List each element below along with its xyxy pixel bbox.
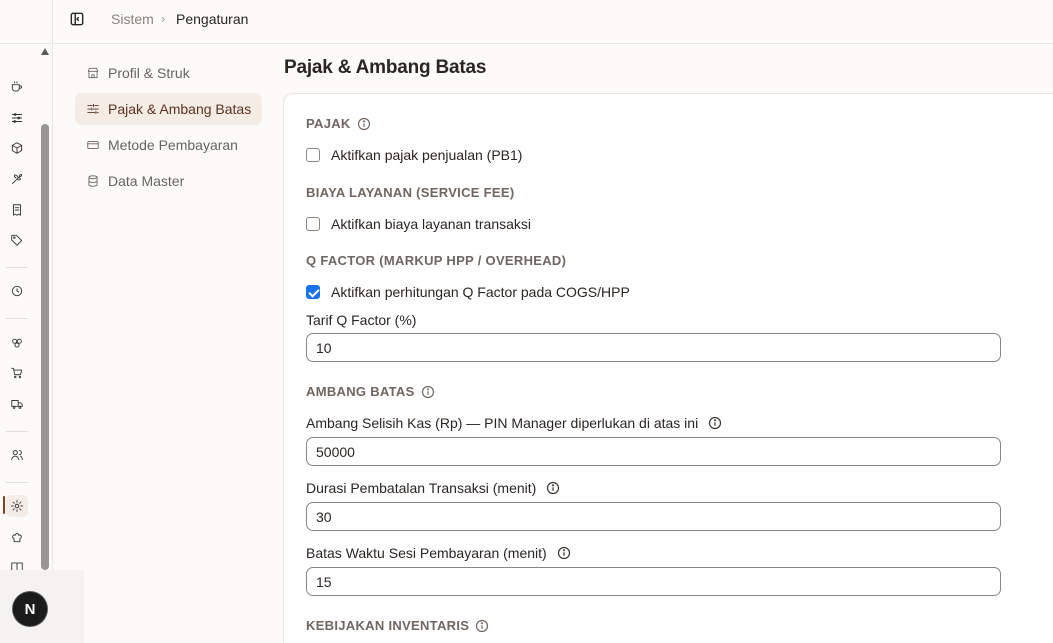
service-fee-checkbox[interactable] — [306, 217, 320, 231]
wheat-icon[interactable] — [6, 168, 28, 190]
subnav-label: Pajak & Ambang Batas — [108, 101, 252, 117]
scroll-thumb[interactable] — [41, 124, 49, 570]
breadcrumb-current: Pengaturan — [176, 11, 249, 27]
subnav-item-data-master[interactable]: Data Master — [75, 165, 262, 197]
info-icon[interactable] — [475, 619, 489, 633]
cancel-duration-input[interactable] — [306, 502, 1001, 531]
rail-divider — [6, 267, 28, 268]
field-label-text: Batas Waktu Sesi Pembayaran (menit) — [306, 545, 547, 561]
tag-icon[interactable] — [6, 229, 28, 251]
section-heading-text: BIAYA LAYANAN (SERVICE FEE) — [306, 185, 515, 200]
sliders-icon[interactable] — [6, 107, 28, 129]
q-factor-checkbox[interactable] — [306, 285, 320, 299]
cash-diff-input[interactable] — [306, 437, 1001, 466]
section-heading-service-fee: BIAYA LAYANAN (SERVICE FEE) — [306, 185, 514, 200]
section-heading-q-factor: Q FACTOR (MARKUP HPP / OVERHEAD) — [306, 253, 566, 268]
breadcrumb-separator: › — [161, 11, 166, 26]
icon-rail — [0, 0, 53, 643]
breadcrumb-parent[interactable]: Sistem — [111, 11, 154, 27]
rail-header — [0, 0, 53, 44]
q-factor-rate-label: Tarif Q Factor (%) — [306, 312, 416, 328]
field-label-text: Ambang Selisih Kas (Rp) — PIN Manager di… — [306, 415, 699, 431]
header: Sistem › Pengaturan — [54, 0, 1053, 44]
gear-icon[interactable] — [6, 495, 28, 517]
section-heading-inventory: KEBIJAKAN INVENTARIS — [306, 618, 489, 633]
info-icon[interactable] — [421, 385, 435, 399]
tax-checkbox-row[interactable]: Aktifkan pajak penjualan (PB1) — [306, 147, 522, 163]
q-factor-checkbox-row[interactable]: Aktifkan perhitungan Q Factor pada COGS/… — [306, 284, 630, 300]
coffee-icon[interactable] — [6, 76, 28, 98]
subnav-item-metode-pembayaran[interactable]: Metode Pembayaran — [75, 129, 262, 161]
section-heading-text: PAJAK — [306, 116, 351, 131]
sliders-icon — [87, 103, 99, 115]
subnav-label: Data Master — [108, 173, 185, 189]
subnav-label: Metode Pembayaran — [108, 137, 238, 153]
info-icon[interactable] — [557, 546, 571, 560]
payment-session-input[interactable] — [306, 567, 1001, 596]
avatar[interactable]: N — [13, 592, 47, 626]
store-icon — [87, 67, 99, 79]
rail-scrollbar[interactable] — [40, 48, 50, 570]
cart-icon[interactable] — [6, 362, 28, 384]
section-heading-text: AMBANG BATAS — [306, 384, 415, 399]
cookie-icon[interactable] — [6, 332, 28, 354]
rail-divider — [6, 318, 28, 319]
service-fee-checkbox-label: Aktifkan biaya layanan transaksi — [331, 216, 531, 232]
sidebar-toggle-icon[interactable] — [70, 12, 86, 28]
info-icon[interactable] — [708, 416, 722, 430]
payment-session-label: Batas Waktu Sesi Pembayaran (menit) — [306, 545, 571, 561]
section-heading-text: Q FACTOR (MARKUP HPP / OVERHEAD) — [306, 253, 567, 268]
section-heading-thresholds: AMBANG BATAS — [306, 384, 435, 399]
q-factor-rate-input[interactable] — [306, 333, 1001, 362]
tax-checkbox-label: Aktifkan pajak penjualan (PB1) — [331, 147, 523, 163]
active-indicator — [3, 496, 5, 514]
rail-divider — [6, 482, 28, 483]
truck-icon[interactable] — [6, 393, 28, 415]
database-icon — [88, 175, 98, 187]
chef-hat-icon[interactable] — [6, 526, 28, 548]
q-factor-checkbox-label: Aktifkan perhitungan Q Factor pada COGS/… — [331, 284, 630, 300]
subnav-label: Profil & Struk — [108, 65, 190, 81]
service-fee-checkbox-row[interactable]: Aktifkan biaya layanan transaksi — [306, 216, 531, 232]
page-title: Pajak & Ambang Batas — [284, 57, 487, 78]
users-icon[interactable] — [6, 444, 28, 466]
package-icon[interactable] — [6, 137, 28, 159]
credit-card-icon — [87, 141, 99, 149]
section-heading-text: KEBIJAKAN INVENTARIS — [306, 618, 470, 633]
scroll-up-arrow-icon[interactable] — [41, 48, 49, 55]
info-icon[interactable] — [546, 481, 560, 495]
info-icon[interactable] — [357, 117, 371, 131]
field-label-text: Tarif Q Factor (%) — [306, 312, 417, 328]
rail-divider — [6, 431, 28, 432]
field-label-text: Durasi Pembatalan Transaksi (menit) — [306, 480, 537, 496]
clock-icon[interactable] — [6, 280, 28, 302]
subnav-item-pajak-ambang-batas[interactable]: Pajak & Ambang Batas — [75, 93, 262, 125]
cash-diff-label: Ambang Selisih Kas (Rp) — PIN Manager di… — [306, 415, 722, 431]
tax-checkbox[interactable] — [306, 148, 320, 162]
section-heading-tax: PAJAK — [306, 116, 371, 131]
receipt-icon[interactable] — [6, 199, 28, 221]
cancel-duration-label: Durasi Pembatalan Transaksi (menit) — [306, 480, 560, 496]
subnav-item-profil-struk[interactable]: Profil & Struk — [75, 57, 262, 89]
